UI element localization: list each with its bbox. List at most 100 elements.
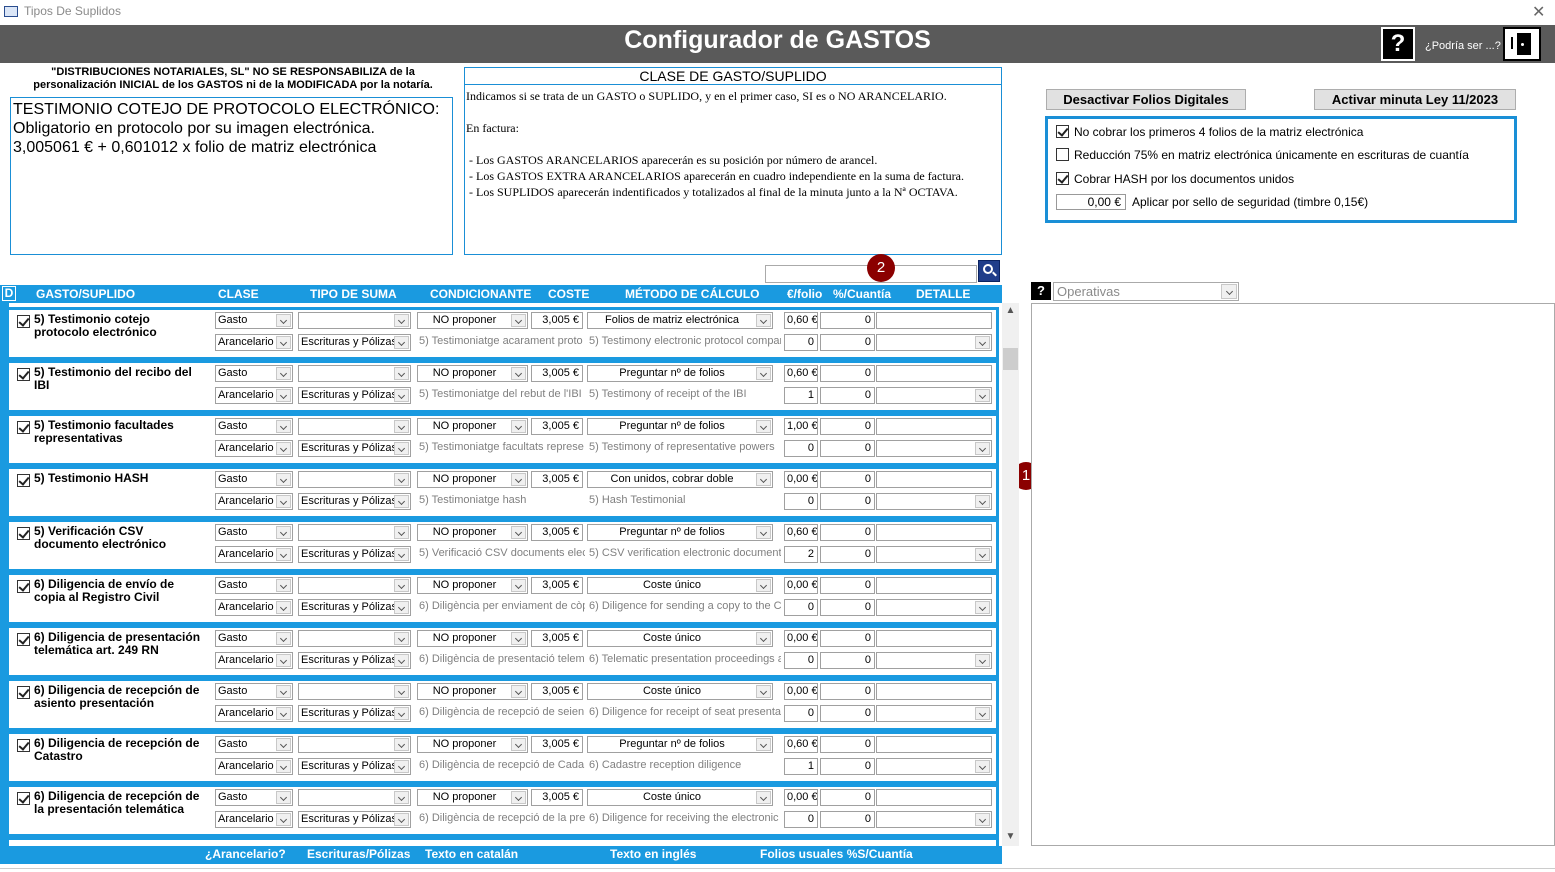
arancel-select[interactable]: Arancelario xyxy=(215,387,293,404)
folio-price-field[interactable]: 0,00 € xyxy=(784,471,818,488)
coste-field[interactable]: 3,005 € xyxy=(531,418,583,435)
cuantia-field[interactable]: 0 xyxy=(820,312,875,329)
clase-select[interactable]: Gasto xyxy=(215,577,293,594)
coste-field[interactable]: 3,005 € xyxy=(531,736,583,753)
option-skip-first-folios[interactable]: No cobrar los primeros 4 folios de la ma… xyxy=(1056,125,1363,139)
tipo-suma-select[interactable] xyxy=(298,683,411,700)
folios-usual-field[interactable]: 0 xyxy=(784,493,818,510)
condicionante-select[interactable]: NO proponer xyxy=(417,736,528,753)
english-text-field[interactable]: 5) Hash Testimonial xyxy=(587,493,781,510)
escrituras-select[interactable]: Escrituras y Pólizas xyxy=(298,546,411,563)
coste-field[interactable]: 3,005 € xyxy=(531,471,583,488)
arancel-select[interactable]: Arancelario xyxy=(215,546,293,563)
arancel-select[interactable]: Arancelario xyxy=(215,493,293,510)
detalle-field[interactable] xyxy=(876,312,992,329)
catalan-text-field[interactable]: 5) Testimoniatge facultats represe xyxy=(417,440,585,457)
cuantia-field[interactable]: 0 xyxy=(820,471,875,488)
detalle-field[interactable] xyxy=(876,577,992,594)
catalan-text-field[interactable]: 5) Testimoniatge acarament proto xyxy=(417,334,585,351)
english-text-field[interactable]: 6) Diligence for receiving the electroni… xyxy=(587,811,781,828)
folio-price-field[interactable]: 0,00 € xyxy=(784,683,818,700)
english-text-field[interactable]: 6) Diligence for receipt of seat present… xyxy=(587,705,781,722)
metodo-select[interactable]: Preguntar nº de folios xyxy=(587,736,773,753)
detalle-field[interactable] xyxy=(876,365,992,382)
folios-usual-field[interactable]: 2 xyxy=(784,546,818,563)
cuantia-field-2[interactable]: 0 xyxy=(820,599,875,616)
cuantia-field[interactable]: 0 xyxy=(820,736,875,753)
coste-field[interactable]: 3,005 € xyxy=(531,312,583,329)
scroll-down-icon[interactable]: ▼ xyxy=(1002,831,1019,842)
cuantia-field-2[interactable]: 0 xyxy=(820,705,875,722)
catalan-text-field[interactable]: 5) Verificació CSV documents elec xyxy=(417,546,585,563)
arancel-select[interactable]: Arancelario xyxy=(215,440,293,457)
clase-select[interactable]: Gasto xyxy=(215,365,293,382)
cuantia-field-2[interactable]: 0 xyxy=(820,493,875,510)
row-enabled-checkbox[interactable] xyxy=(17,527,30,540)
detalle-select[interactable] xyxy=(876,440,992,457)
escrituras-select[interactable]: Escrituras y Pólizas xyxy=(298,599,411,616)
cuantia-field-2[interactable]: 0 xyxy=(820,387,875,404)
detalle-select[interactable] xyxy=(876,705,992,722)
operations-select[interactable]: Operativas xyxy=(1053,282,1239,301)
condicionante-select[interactable]: NO proponer xyxy=(417,683,528,700)
catalan-text-field[interactable]: 6) Diligència de presentació telem xyxy=(417,652,585,669)
escrituras-select[interactable]: Escrituras y Pólizas xyxy=(298,334,411,351)
condicionante-select[interactable]: NO proponer xyxy=(417,365,528,382)
metodo-select[interactable]: Folios de matriz electrónica xyxy=(587,312,773,329)
escrituras-select[interactable]: Escrituras y Pólizas xyxy=(298,652,411,669)
cuantia-field-2[interactable]: 0 xyxy=(820,440,875,457)
cuantia-field[interactable]: 0 xyxy=(820,683,875,700)
clase-select[interactable]: Gasto xyxy=(215,524,293,541)
table-row[interactable]: 6) Diligencia de recepción de Catastro Ga… xyxy=(9,731,999,784)
folio-price-field[interactable]: 0,00 € xyxy=(784,630,818,647)
detalle-field[interactable] xyxy=(876,789,992,806)
tipo-suma-select[interactable] xyxy=(298,312,411,329)
condicionante-select[interactable]: NO proponer xyxy=(417,524,528,541)
table-row[interactable] xyxy=(9,837,999,846)
cuantia-field[interactable]: 0 xyxy=(820,789,875,806)
option-charge-hash-checkbox[interactable] xyxy=(1056,172,1069,185)
tipo-suma-select[interactable] xyxy=(298,418,411,435)
coste-field[interactable]: 3,005 € xyxy=(531,365,583,382)
escrituras-select[interactable]: Escrituras y Pólizas xyxy=(298,705,411,722)
arancel-select[interactable]: Arancelario xyxy=(215,334,293,351)
cuantia-field-2[interactable]: 0 xyxy=(820,758,875,775)
option-reduction-75[interactable]: Reducción 75% en matriz electrónica únic… xyxy=(1056,148,1469,162)
catalan-text-field[interactable]: 6) Diligència de recepció de Cada xyxy=(417,758,585,775)
table-row[interactable]: 5) Testimonio del recibo del IBI Gasto Ara… xyxy=(9,360,999,413)
option-charge-hash[interactable]: Cobrar HASH por los documentos unidos xyxy=(1056,172,1294,186)
clase-select[interactable]: Gasto xyxy=(215,736,293,753)
row-enabled-checkbox[interactable] xyxy=(17,739,30,752)
folios-usual-field[interactable]: 0 xyxy=(784,334,818,351)
folio-price-field[interactable]: 0,00 € xyxy=(784,789,818,806)
folio-price-field[interactable]: 0,60 € xyxy=(784,312,818,329)
folios-usual-field[interactable]: 0 xyxy=(784,705,818,722)
arancel-select[interactable]: Arancelario xyxy=(215,652,293,669)
escrituras-select[interactable]: Escrituras y Pólizas xyxy=(298,387,411,404)
search-button[interactable] xyxy=(978,260,1000,282)
catalan-text-field[interactable]: 6) Diligència de recepció de la pre xyxy=(417,811,585,828)
condicionante-select[interactable]: NO proponer xyxy=(417,630,528,647)
metodo-select[interactable]: Coste único xyxy=(587,577,773,594)
option-reduction-75-checkbox[interactable] xyxy=(1056,148,1069,161)
column-d[interactable]: D xyxy=(2,286,16,301)
detalle-select[interactable] xyxy=(876,334,992,351)
english-text-field[interactable]: 5) Testimony electronic protocol compari xyxy=(587,334,781,351)
escrituras-select[interactable]: Escrituras y Pólizas xyxy=(298,493,411,510)
help-button[interactable]: ? xyxy=(1381,27,1415,61)
clase-select[interactable]: Gasto xyxy=(215,471,293,488)
cuantia-field[interactable]: 0 xyxy=(820,418,875,435)
catalan-text-field[interactable]: 6) Diligència de recepció de seien xyxy=(417,705,585,722)
folios-usual-field[interactable]: 0 xyxy=(784,440,818,457)
condicionante-select[interactable]: NO proponer xyxy=(417,312,528,329)
table-row[interactable]: 5) Testimonio HASH Gasto Arancelario Escrit… xyxy=(9,466,999,519)
condicionante-select[interactable]: NO proponer xyxy=(417,789,528,806)
english-text-field[interactable]: 6) Diligence for sending a copy to the C… xyxy=(587,599,781,616)
table-row[interactable]: 6) Diligencia de presentación telemática… xyxy=(9,625,999,678)
could-be-link[interactable]: ¿Podría ser ...? xyxy=(1425,40,1501,52)
table-row[interactable]: 6) Diligencia de envío de copia al Regis… xyxy=(9,572,999,625)
security-seal-input[interactable]: 0,00 € xyxy=(1056,194,1126,210)
folio-price-field[interactable]: 0,60 € xyxy=(784,524,818,541)
row-enabled-checkbox[interactable] xyxy=(17,474,30,487)
tipo-suma-select[interactable] xyxy=(298,736,411,753)
